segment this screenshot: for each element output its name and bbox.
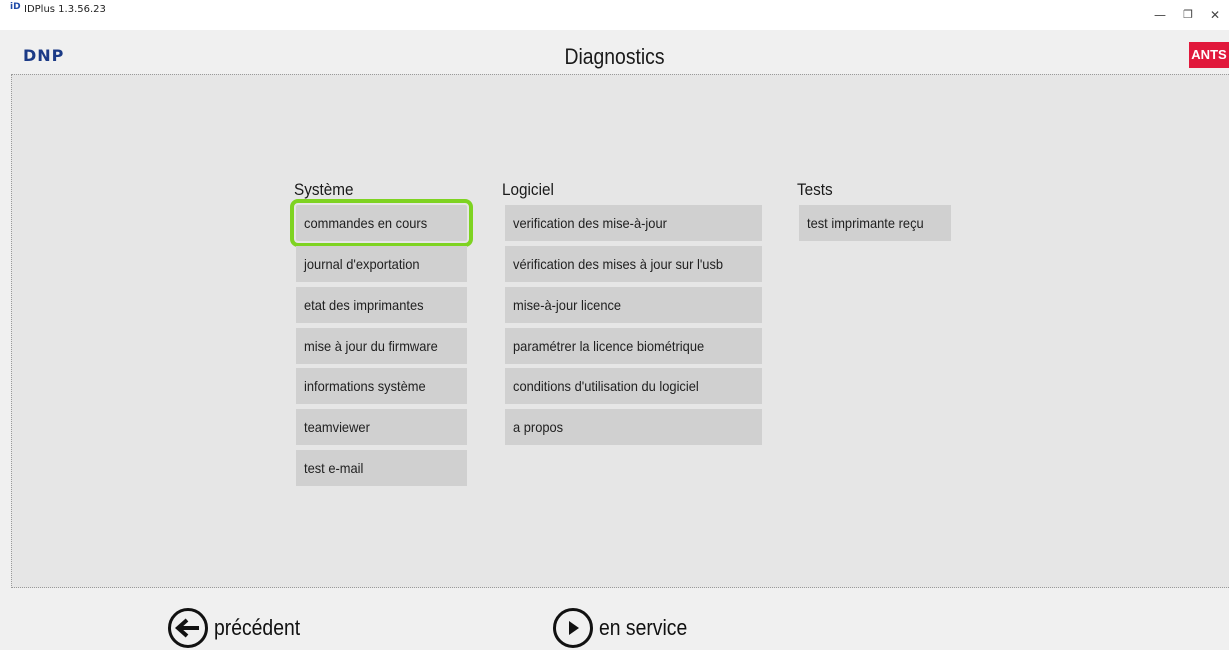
group-title-tests: Tests	[797, 180, 833, 199]
menu-item-test-imprimante-recu[interactable]: test imprimante reçu	[799, 205, 951, 241]
page-title: Diagnostics	[564, 44, 665, 69]
menu-item-test-email[interactable]: test e-mail	[296, 450, 467, 486]
menu-item-a-propos[interactable]: a propos	[505, 409, 762, 445]
window-titlebar: iD IDPlus 1.3.56.23 — ❐ ✕	[0, 0, 1229, 30]
menu-item-etat-imprimantes[interactable]: etat des imprimantes	[296, 287, 467, 323]
back-label: précédent	[214, 615, 301, 640]
menu-item-licence-biometrique[interactable]: paramétrer la licence biométrique	[505, 328, 762, 364]
minimize-button[interactable]: —	[1145, 0, 1175, 30]
close-button[interactable]: ✕	[1200, 0, 1229, 30]
play-circle-icon	[553, 608, 593, 648]
window-title: IDPlus 1.3.56.23	[24, 4, 106, 15]
back-button[interactable]: précédent	[168, 606, 312, 650]
group-title-logiciel: Logiciel	[502, 180, 554, 199]
brand-logo: DNP	[23, 46, 65, 65]
menu-item-teamviewer[interactable]: teamviewer	[296, 409, 467, 445]
en-service-button[interactable]: en service	[553, 606, 699, 650]
en-service-label: en service	[599, 615, 688, 640]
menu-item-conditions-utilisation[interactable]: conditions d'utilisation du logiciel	[505, 368, 762, 404]
maximize-button[interactable]: ❐	[1173, 0, 1203, 30]
menu-item-commandes-en-cours[interactable]: commandes en cours	[290, 199, 473, 247]
ants-badge: ANTS	[1189, 42, 1229, 68]
group-title-systeme: Système	[294, 180, 354, 199]
menu-item-journal-exportation[interactable]: journal d'exportation	[296, 246, 467, 282]
menu-item-mise-a-jour-licence[interactable]: mise-à-jour licence	[505, 287, 762, 323]
menu-item-verification-usb[interactable]: vérification des mises à jour sur l'usb	[505, 246, 762, 282]
app-logo-icon: iD	[10, 2, 21, 12]
arrow-left-circle-icon	[168, 608, 208, 648]
menu-item-informations-systeme[interactable]: informations système	[296, 368, 467, 404]
menu-item-verification-mise-a-jour[interactable]: verification des mise-à-jour	[505, 205, 762, 241]
menu-item-mise-a-jour-firmware[interactable]: mise à jour du firmware	[296, 328, 467, 364]
